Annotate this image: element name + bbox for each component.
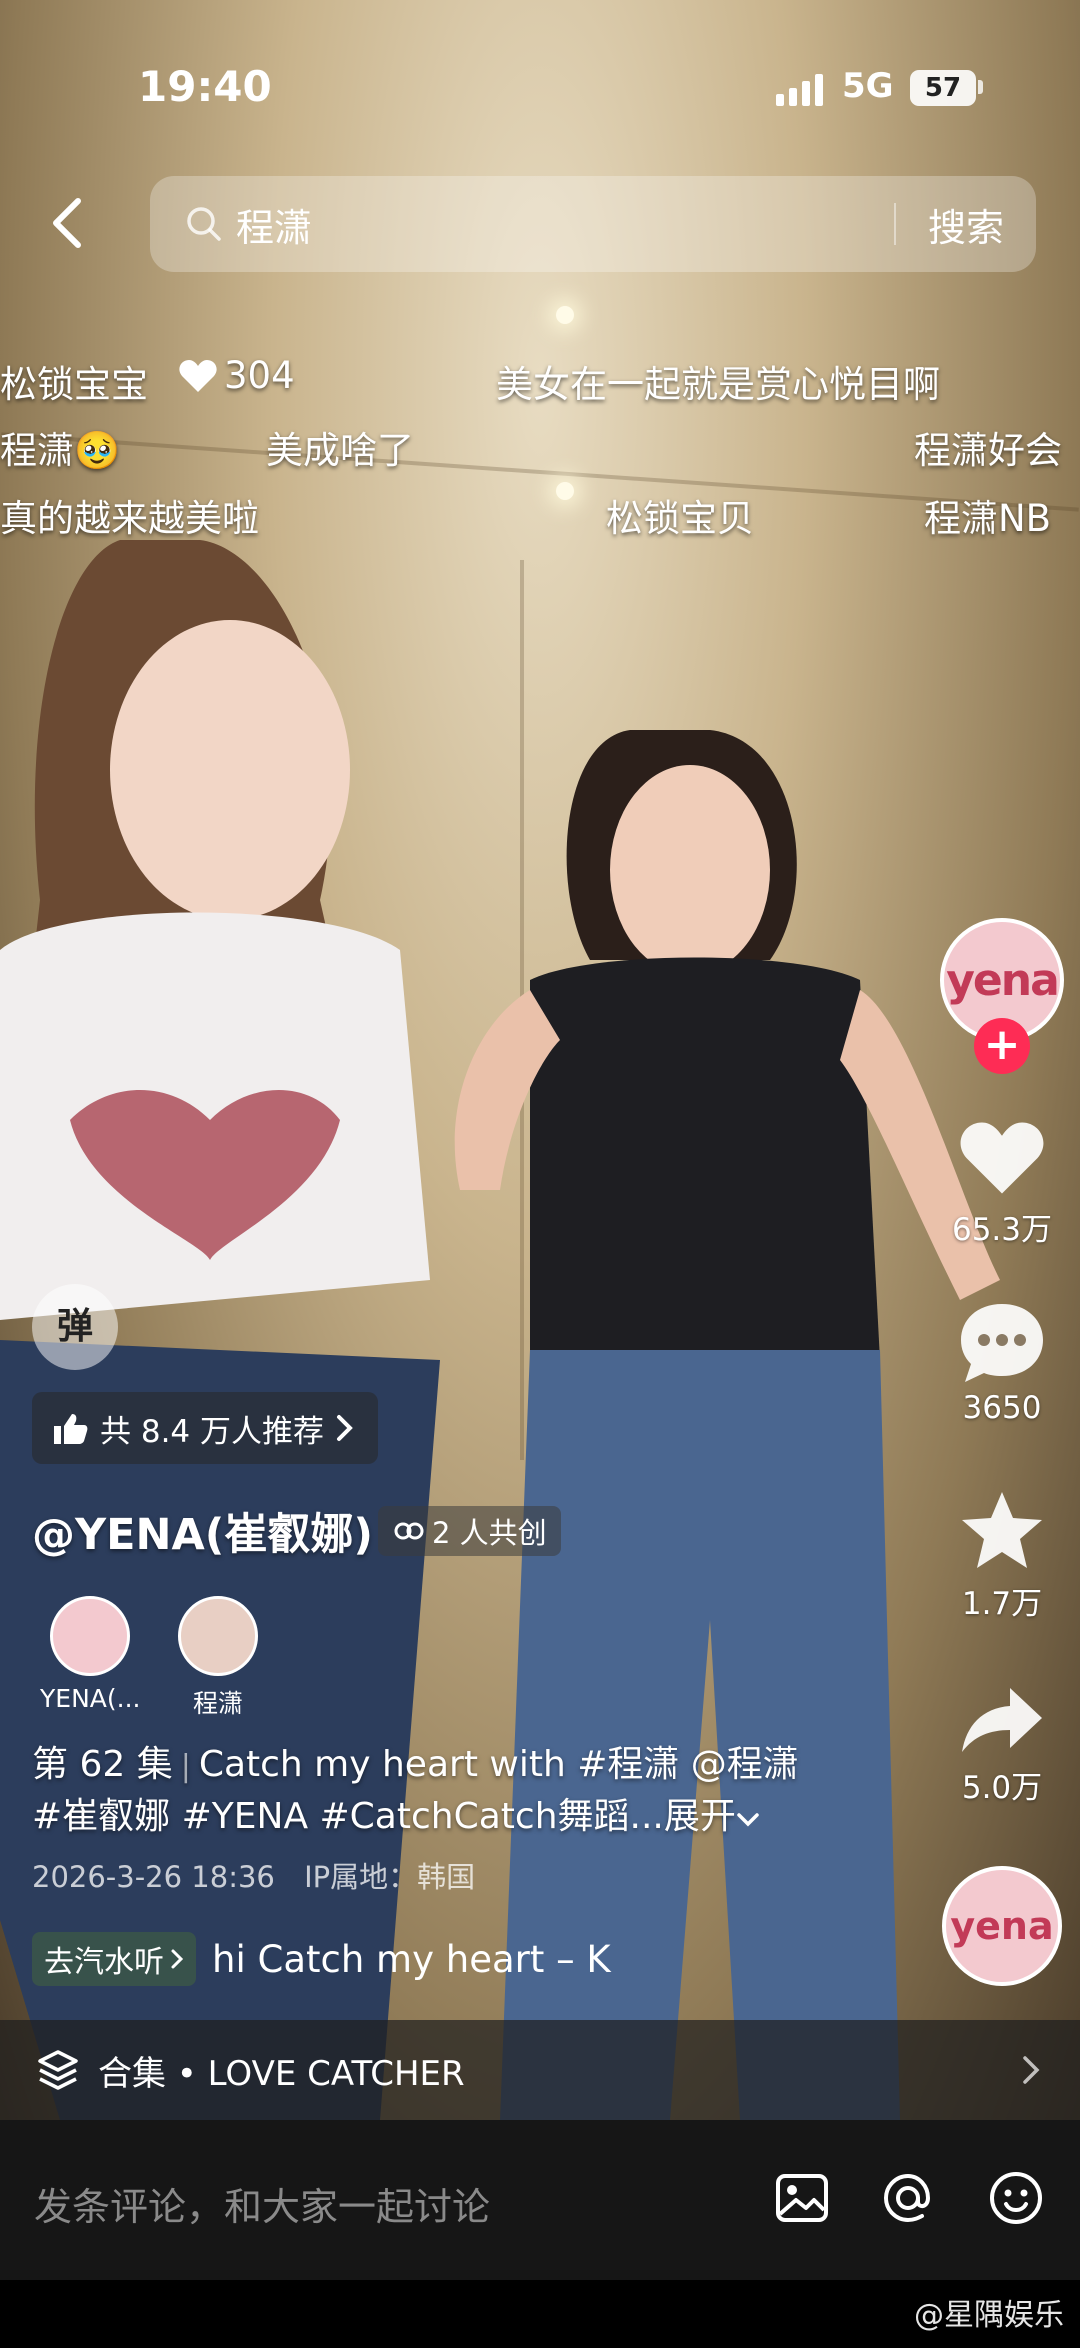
- danmaku-like-count: 304: [224, 354, 295, 397]
- chevron-down-icon: [737, 1813, 759, 1827]
- music-row[interactable]: 去汽水听 hi Catch my heart – K: [32, 1932, 652, 1986]
- back-button[interactable]: [40, 192, 92, 254]
- share-button[interactable]: 5.0万: [940, 1684, 1064, 1807]
- music-chip-label: 去汽水听: [44, 1945, 164, 1980]
- signal-icon: [776, 74, 823, 106]
- image-icon[interactable]: [772, 2168, 832, 2228]
- danmaku-toggle-button[interactable]: 弹: [32, 1284, 118, 1370]
- post-datetime: 2026-3-26 18:36: [32, 1860, 275, 1894]
- author-name[interactable]: @YENA(崔叡娜): [32, 1500, 373, 1562]
- episode-label: 第 62 集: [32, 1744, 173, 1785]
- heart-icon: [960, 1122, 1044, 1194]
- danmaku-item: 松锁宝宝: [0, 363, 148, 406]
- chevron-right-icon: [1023, 2056, 1040, 2084]
- dancer-right: [454, 730, 1000, 2120]
- collection-label: 合集 • LOVE CATCHER: [98, 2053, 465, 2094]
- coauthor-item[interactable]: YENA(...: [40, 1596, 140, 1713]
- ip-location: IP属地：韩国: [304, 1860, 476, 1894]
- like-button[interactable]: 65.3万: [940, 1118, 1064, 1249]
- description-line1: Catch my heart with #程潇 @程潇: [198, 1744, 799, 1785]
- comment-bar: 发条评论，和大家一起讨论: [0, 2120, 1080, 2280]
- open-music-app-button[interactable]: 去汽水听: [32, 1932, 196, 1986]
- post-meta: 2026-3-26 18:36 IP属地：韩国: [32, 1854, 475, 1896]
- video-description: 第 62 集 | Catch my heart with #程潇 @程潇 #崔叡娜 …: [32, 1744, 799, 1837]
- danmaku-item: 松锁宝贝: [606, 497, 754, 540]
- battery-tip: [978, 80, 983, 94]
- coop-text: 2 人共创: [432, 1516, 547, 1550]
- avatar: [178, 1596, 258, 1676]
- star-icon: [962, 1492, 1042, 1568]
- danmaku-item: 美女在一起就是赏心悦目啊: [496, 363, 940, 406]
- danmaku-item: 真的越来越美啦: [0, 497, 259, 540]
- comment-input[interactable]: 发条评论，和大家一起讨论: [34, 2176, 490, 2231]
- music-disc[interactable]: yena: [942, 1866, 1062, 1986]
- expand-button[interactable]: 展开: [664, 1796, 736, 1837]
- like-count: 65.3万: [951, 1212, 1053, 1248]
- danmaku-item: 美成啥了: [266, 429, 414, 472]
- follow-button[interactable]: +: [974, 1018, 1030, 1074]
- coauthor-name: 程潇: [192, 1689, 243, 1718]
- comment-icon: [961, 1304, 1043, 1382]
- collection-bar[interactable]: 合集 • LOVE CATCHER: [0, 2020, 1080, 2120]
- thumbs-up-icon: [54, 1414, 88, 1444]
- link-icon: [394, 1522, 424, 1540]
- heart-icon: [179, 359, 217, 392]
- status-time: 19:40: [138, 62, 272, 111]
- comment-count: 3650: [962, 1390, 1042, 1426]
- chevron-right-icon: [171, 1949, 184, 1969]
- mention-icon[interactable]: [878, 2168, 938, 2228]
- recommend-pill[interactable]: 共 8.4 万人推荐: [32, 1392, 379, 1464]
- danmaku-item: 程潇好会: [914, 429, 1062, 472]
- description-line2: #崔叡娜 #YENA #CatchCatch舞蹈...: [32, 1796, 664, 1837]
- coop-badge[interactable]: 2 人共创: [378, 1506, 561, 1556]
- search-button[interactable]: 搜索: [896, 197, 1036, 252]
- network-label: 5G: [842, 66, 894, 106]
- search-input[interactable]: 程潇: [236, 197, 894, 252]
- chevron-left-icon: [53, 198, 81, 248]
- comment-button[interactable]: 3650: [940, 1300, 1064, 1426]
- share-count: 5.0万: [961, 1770, 1043, 1806]
- danmaku-item: 程潇NB: [924, 497, 1052, 540]
- danmaku-item: 304: [178, 354, 295, 397]
- emoji-icon[interactable]: [986, 2168, 1046, 2228]
- favorite-button[interactable]: 1.7万: [940, 1488, 1064, 1623]
- chevron-right-icon: [337, 1415, 353, 1441]
- recommend-text: 共 8.4 万人推荐: [100, 1413, 325, 1450]
- coauthor-name: YENA(...: [40, 1684, 141, 1713]
- danmaku-item: 程潇🥹: [0, 429, 121, 472]
- watermark: @星隅娱乐: [914, 2298, 1064, 2333]
- layers-icon: [38, 2050, 78, 2090]
- battery-icon: 57: [910, 70, 976, 106]
- coauthor-item[interactable]: 程潇: [168, 1596, 268, 1720]
- search-icon: [187, 207, 221, 241]
- favorite-count: 1.7万: [961, 1586, 1043, 1622]
- avatar: [50, 1596, 130, 1676]
- music-title: hi Catch my heart – K: [212, 1937, 611, 1981]
- share-arrow-icon: [962, 1688, 1042, 1752]
- search-bar[interactable]: 程潇 搜索: [150, 176, 1036, 272]
